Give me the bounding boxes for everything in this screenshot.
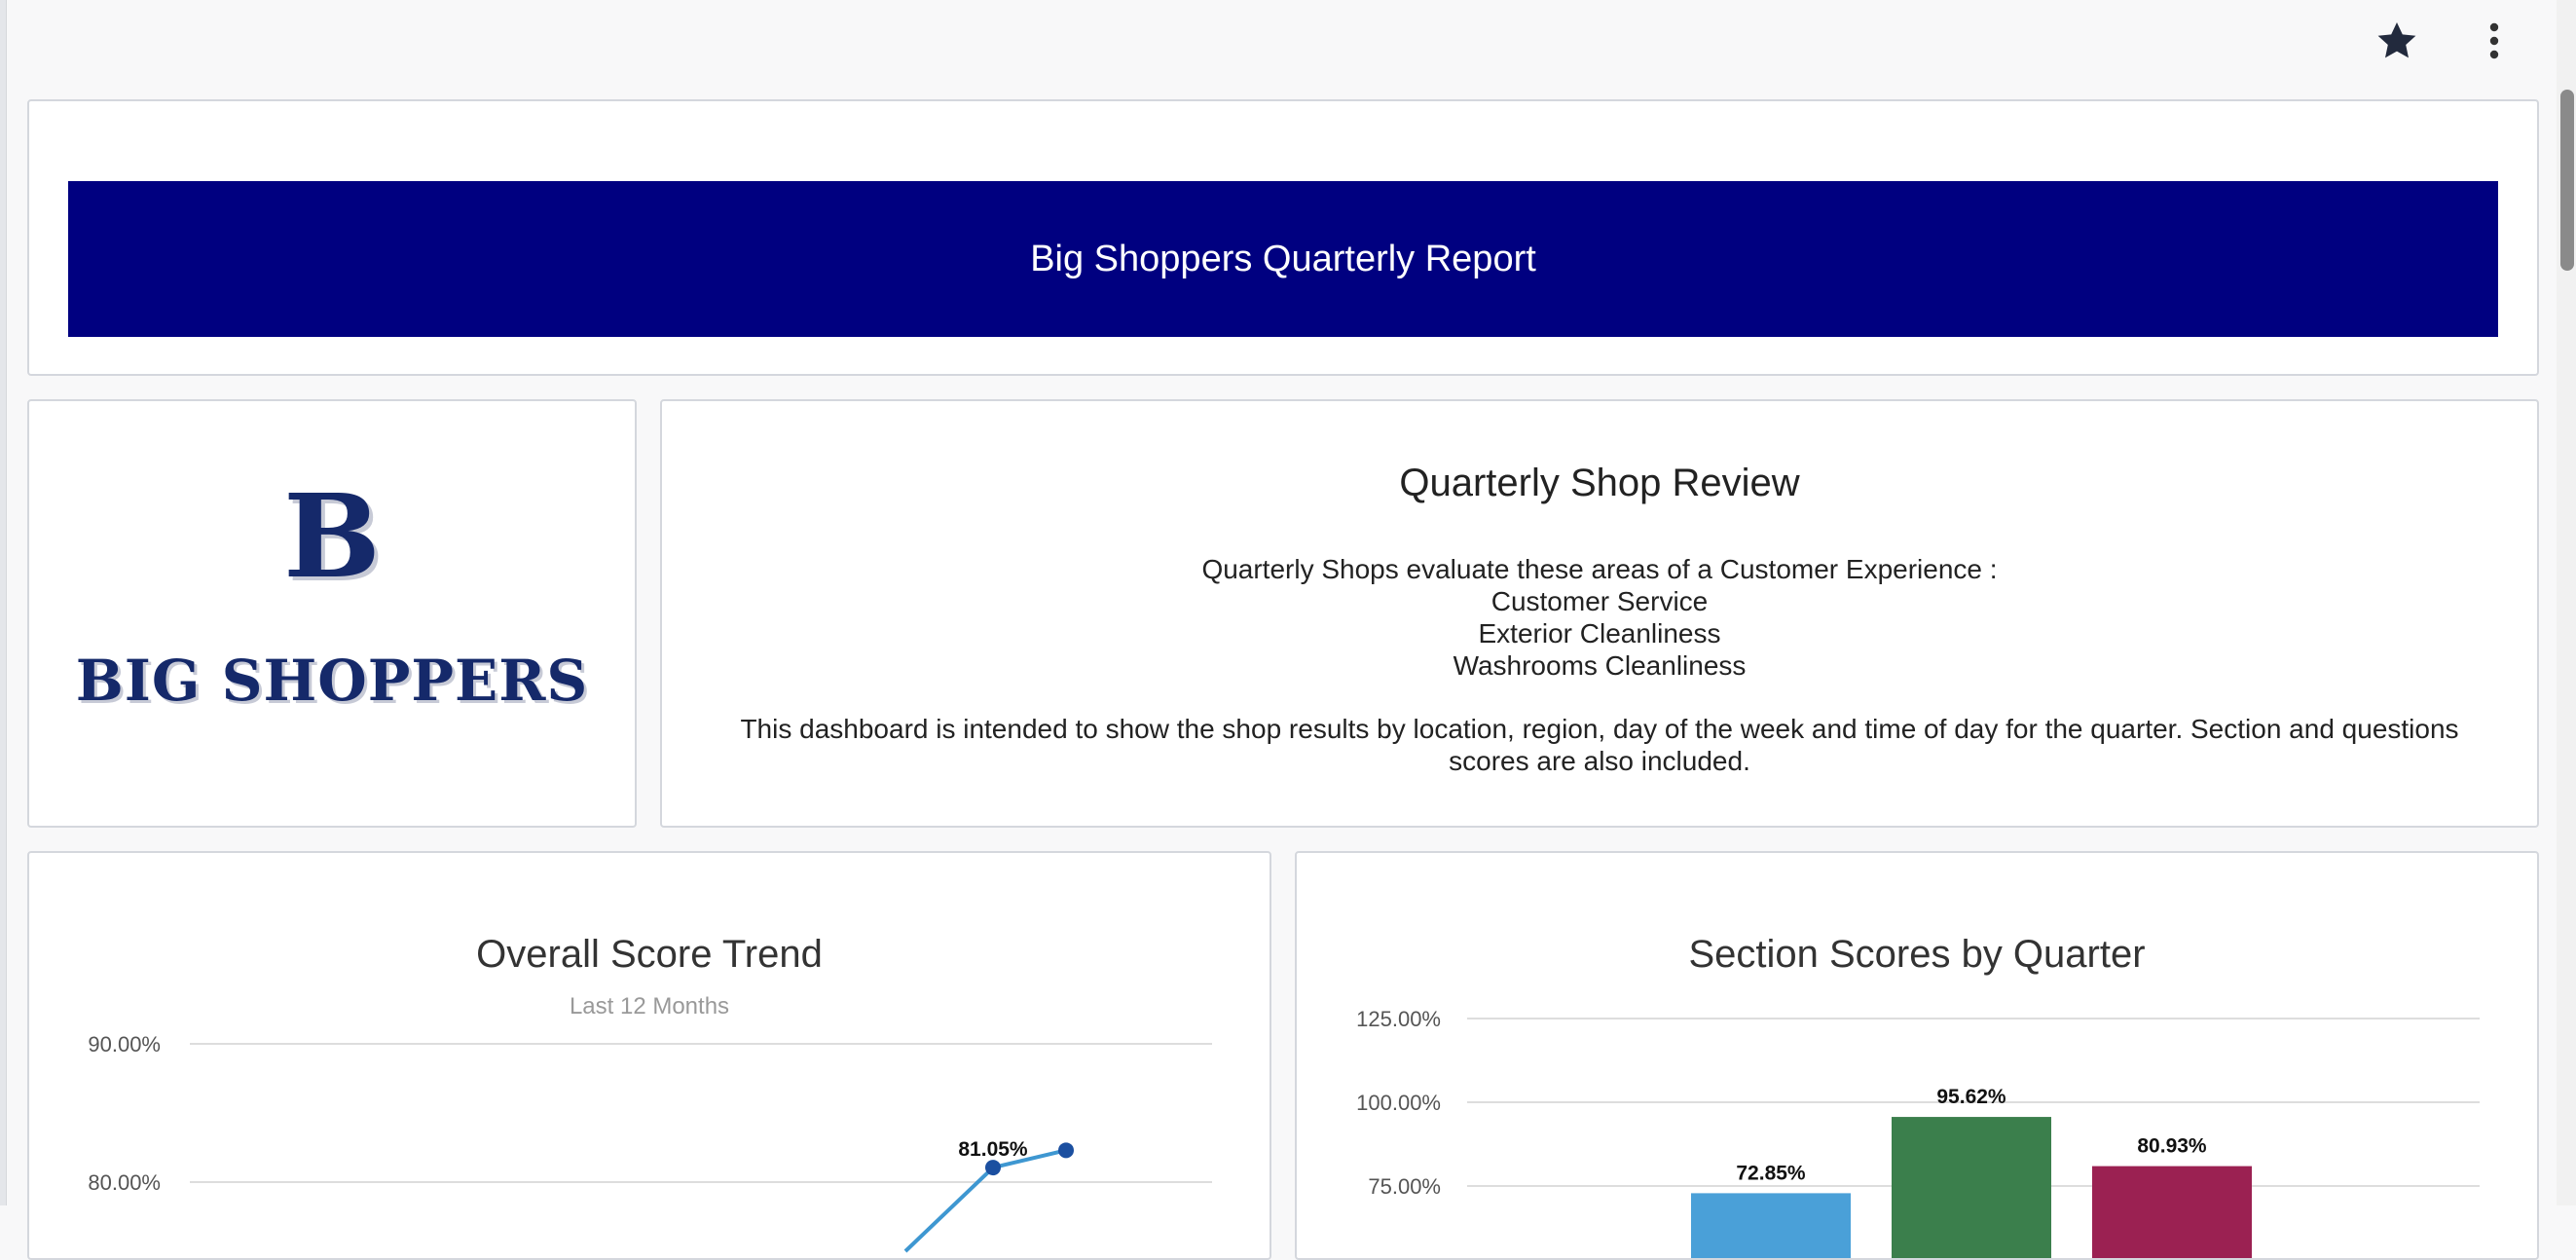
more-vertical-icon[interactable] xyxy=(2471,18,2518,64)
review-area-list: Customer Service Exterior Cleanliness Wa… xyxy=(662,585,2537,682)
y-tick-label: 125.00% xyxy=(1356,1007,1441,1031)
bar-value-label: 95.62% xyxy=(1936,1086,2006,1108)
report-header-card: Big Shoppers Quarterly Report xyxy=(27,99,2539,376)
review-area-item: Washrooms Cleanliness xyxy=(1453,650,1747,681)
review-title: Quarterly Shop Review xyxy=(1399,462,1800,504)
bar xyxy=(1691,1193,1851,1258)
bar xyxy=(2092,1166,2252,1258)
y-tick-label: 90.00% xyxy=(88,1032,161,1056)
review-intro: Quarterly Shops evaluate these areas of … xyxy=(1201,554,1998,584)
brand-monogram: B xyxy=(283,468,381,604)
section-scores-card: Section Scores by Quarter 125.00% 100.00%… xyxy=(1295,851,2539,1260)
review-card: Quarterly Shop Review Quarterly Shops ev… xyxy=(660,399,2539,828)
y-tick-label: 75.00% xyxy=(1368,1174,1441,1199)
review-area-item: Customer Service xyxy=(1490,586,1709,616)
star-icon[interactable] xyxy=(2374,18,2420,64)
report-title: Big Shoppers Quarterly Report xyxy=(1030,238,1536,279)
review-description: This dashboard is intended to show the s… xyxy=(740,714,2459,776)
data-label: 81.05% xyxy=(958,1138,1028,1161)
bar-chart: 125.00% 100.00% 75.00% 72.85% 95.62% 80.93% xyxy=(1356,1007,2480,1258)
left-window-edge xyxy=(0,0,7,1205)
review-area-item: Exterior Cleanliness xyxy=(1478,618,1721,649)
overall-score-trend-card: Overall Score Trend Last 12 Months 90.00… xyxy=(27,851,1271,1260)
data-point xyxy=(985,1160,1001,1176)
data-point xyxy=(1058,1142,1074,1159)
scrollbar-thumb[interactable] xyxy=(2560,90,2574,271)
brand-logo-text: BIG SHOPPERS xyxy=(75,648,589,714)
y-tick-label: 100.00% xyxy=(1356,1091,1441,1115)
bar-value-label: 80.93% xyxy=(2137,1135,2207,1158)
bar-value-label: 72.85% xyxy=(1736,1162,1806,1184)
y-tick-label: 80.00% xyxy=(88,1170,161,1195)
line-chart: 90.00% 80.00% 81.05% xyxy=(88,1032,1212,1253)
report-banner: Big Shoppers Quarterly Report xyxy=(68,181,2498,337)
bar xyxy=(1892,1117,2051,1258)
logo-card: B BIG SHOPPERS xyxy=(27,399,637,828)
